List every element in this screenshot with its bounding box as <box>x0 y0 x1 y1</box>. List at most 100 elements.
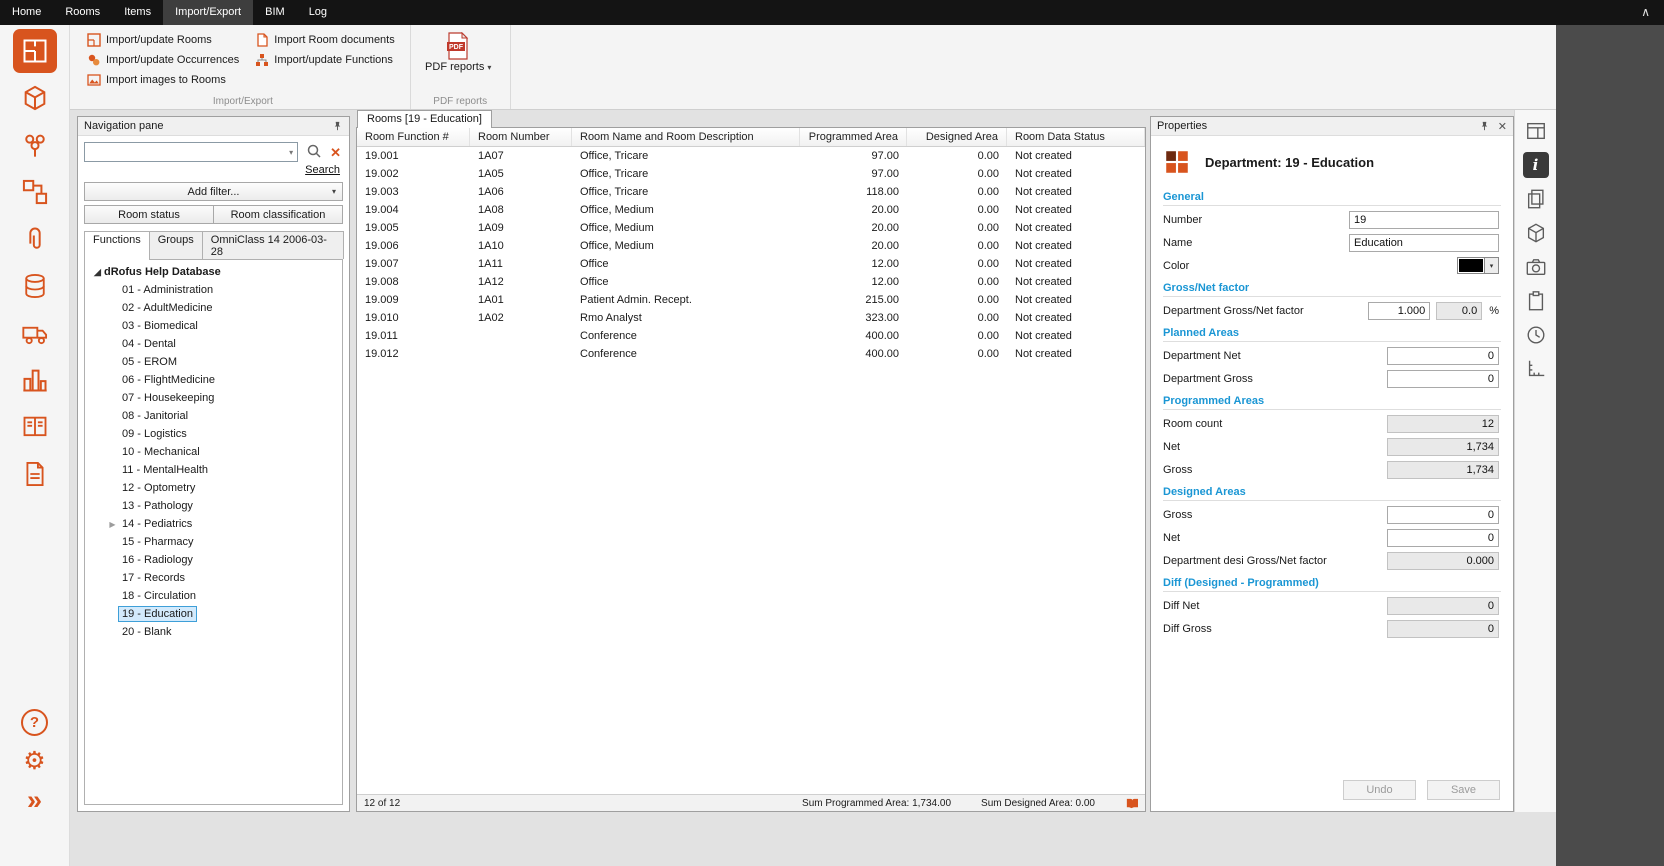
sidebar-item-catalog[interactable] <box>13 405 57 449</box>
settings-gear-icon[interactable]: ⚙ <box>23 749 45 774</box>
tree-item[interactable]: ▶ 05 - EROM <box>85 353 342 371</box>
import-update-rooms-button[interactable]: Import/update Rooms <box>82 30 244 50</box>
table-row[interactable]: 19.009 1A01 Patient Admin. Recept. 215.0… <box>357 291 1145 309</box>
tree-item[interactable]: ▶ 02 - AdultMedicine <box>85 299 342 317</box>
tree-item[interactable]: ▶ 03 - Biomedical <box>85 317 342 335</box>
name-input[interactable] <box>1349 234 1499 252</box>
tree-item[interactable]: ▶ 06 - FlightMedicine <box>85 371 342 389</box>
pdf-reports-button[interactable]: PDF PDF reports ▾ <box>419 32 497 73</box>
sidebar-item-documents[interactable] <box>13 452 57 496</box>
tree-item[interactable]: ▶ 19 - Education <box>85 605 342 623</box>
table-row[interactable]: 19.011 Conference 400.00 0.00 Not create… <box>357 327 1145 345</box>
column-header[interactable]: Room Name and Room Description <box>572 128 800 146</box>
tree-item[interactable]: ▶ 20 - Blank <box>85 623 342 641</box>
search-combobox[interactable]: ▾ <box>84 142 298 162</box>
table-row[interactable]: 19.008 1A12 Office 12.00 0.00 Not create… <box>357 273 1145 291</box>
column-header[interactable]: Designed Area <box>907 128 1007 146</box>
tree-item[interactable]: ▶ 17 - Records <box>85 569 342 587</box>
sidebar-item-database[interactable] <box>13 264 57 308</box>
tree-item[interactable]: ▶ 16 - Radiology <box>85 551 342 569</box>
tree-item[interactable]: ▶ 18 - Circulation <box>85 587 342 605</box>
menu-item[interactable]: Home <box>0 0 53 25</box>
clipboard-icon[interactable] <box>1523 288 1549 314</box>
room-status-button[interactable]: Room status <box>84 205 214 224</box>
model-cube-icon[interactable] <box>1523 220 1549 246</box>
table-row[interactable]: 19.002 1A05 Office, Tricare 97.00 0.00 N… <box>357 165 1145 183</box>
sidebar-item-rooms[interactable] <box>13 29 57 73</box>
sidebar-item-buildings[interactable] <box>13 358 57 402</box>
table-row[interactable]: 19.006 1A10 Office, Medium 20.00 0.00 No… <box>357 237 1145 255</box>
measure-ruler-icon[interactable] <box>1523 356 1549 382</box>
menu-item[interactable]: Import/Export <box>163 0 253 25</box>
history-clock-icon[interactable] <box>1523 322 1549 348</box>
import-update-functions-button[interactable]: Import/update Functions <box>250 50 399 70</box>
import-room-documents-button[interactable]: Import Room documents <box>250 30 399 50</box>
menu-item[interactable]: BIM <box>253 0 297 25</box>
close-icon[interactable]: ✕ <box>1498 120 1507 133</box>
navigation-tab[interactable]: Groups <box>149 231 203 259</box>
table-row[interactable]: 19.005 1A09 Office, Medium 20.00 0.00 No… <box>357 219 1145 237</box>
sidebar-item-items[interactable] <box>13 76 57 120</box>
caret-icon[interactable]: ▾ <box>1484 258 1498 273</box>
search-link[interactable]: Search <box>305 164 340 176</box>
import-images-to-rooms-button[interactable]: Import images to Rooms <box>82 70 244 90</box>
color-picker[interactable]: ▾ <box>1457 257 1499 274</box>
help-icon[interactable]: ? <box>21 709 48 736</box>
tree-item[interactable]: ▶ 13 - Pathology <box>85 497 342 515</box>
rooms-tab[interactable]: Rooms [19 - Education] <box>357 110 492 128</box>
table-row[interactable]: 19.003 1A06 Office, Tricare 118.00 0.00 … <box>357 183 1145 201</box>
tree-root[interactable]: ◢ dRofus Help Database <box>85 263 342 281</box>
navigation-tab[interactable]: OmniClass 14 2006-03-28 <box>202 231 344 259</box>
table-row[interactable]: 19.010 1A02 Rmo Analyst 323.00 0.00 Not … <box>357 309 1145 327</box>
column-header[interactable]: Programmed Area <box>800 128 907 146</box>
room-classification-button[interactable]: Room classification <box>214 205 343 224</box>
sidebar-item-systems[interactable] <box>13 170 57 214</box>
column-header[interactable]: Room Function # <box>357 128 470 146</box>
pin-icon[interactable] <box>332 121 343 132</box>
search-icon[interactable] <box>306 143 322 162</box>
camera-icon[interactable] <box>1523 254 1549 280</box>
tree-item[interactable]: ▶ 01 - Administration <box>85 281 342 299</box>
search-input[interactable] <box>87 146 289 158</box>
table-row[interactable]: 19.001 1A07 Office, Tricare 97.00 0.00 N… <box>357 147 1145 165</box>
value-field[interactable] <box>1387 529 1499 547</box>
expander-open-icon[interactable]: ◢ <box>91 267 104 278</box>
combo-caret-icon[interactable]: ▾ <box>289 148 293 157</box>
tree-item[interactable]: ▶ 12 - Optometry <box>85 479 342 497</box>
menu-item[interactable]: Log <box>297 0 339 25</box>
number-input[interactable] <box>1349 211 1499 229</box>
import-update-occurrences-button[interactable]: Import/update Occurrences <box>82 50 244 70</box>
value-field[interactable] <box>1387 506 1499 524</box>
table-row[interactable]: 19.007 1A11 Office 12.00 0.00 Not create… <box>357 255 1145 273</box>
sidebar-item-logistics[interactable] <box>13 311 57 355</box>
gross-net-factor-input[interactable] <box>1368 302 1430 320</box>
info-properties-icon[interactable]: i <box>1523 152 1549 178</box>
tree-item[interactable]: ▶ 04 - Dental <box>85 335 342 353</box>
pages-icon[interactable] <box>1523 186 1549 212</box>
sidebar-item-attachments[interactable] <box>13 217 57 261</box>
navigation-tab[interactable]: Functions <box>84 231 150 260</box>
pin-icon[interactable] <box>1479 121 1490 132</box>
tree-item[interactable]: ▶ 14 - Pediatrics <box>85 515 342 533</box>
tree-item[interactable]: ▶ 07 - Housekeeping <box>85 389 342 407</box>
undo-button[interactable]: Undo <box>1343 780 1416 800</box>
tree-item[interactable]: ▶ 15 - Pharmacy <box>85 533 342 551</box>
save-button[interactable]: Save <box>1427 780 1500 800</box>
table-row[interactable]: 19.004 1A08 Office, Medium 20.00 0.00 No… <box>357 201 1145 219</box>
column-header[interactable]: Room Number <box>470 128 572 146</box>
table-row[interactable]: 19.012 Conference 400.00 0.00 Not create… <box>357 345 1145 363</box>
expander-closed-icon[interactable]: ▶ <box>106 520 119 529</box>
expand-sidebar-icon[interactable]: » <box>27 787 42 814</box>
layout-panels-icon[interactable] <box>1523 118 1549 144</box>
tree-item[interactable]: ▶ 09 - Logistics <box>85 425 342 443</box>
column-header[interactable]: Room Data Status <box>1007 128 1145 146</box>
tree-item[interactable]: ▶ 11 - MentalHealth <box>85 461 342 479</box>
tree-item[interactable]: ▶ 10 - Mechanical <box>85 443 342 461</box>
value-field[interactable] <box>1387 552 1499 570</box>
menu-item[interactable]: Items <box>112 0 163 25</box>
sidebar-item-occurrences[interactable] <box>13 123 57 167</box>
add-filter-button[interactable]: Add filter... ▾ <box>84 182 343 201</box>
value-field[interactable] <box>1387 370 1499 388</box>
value-field[interactable] <box>1387 347 1499 365</box>
menu-item[interactable]: Rooms <box>53 0 112 25</box>
